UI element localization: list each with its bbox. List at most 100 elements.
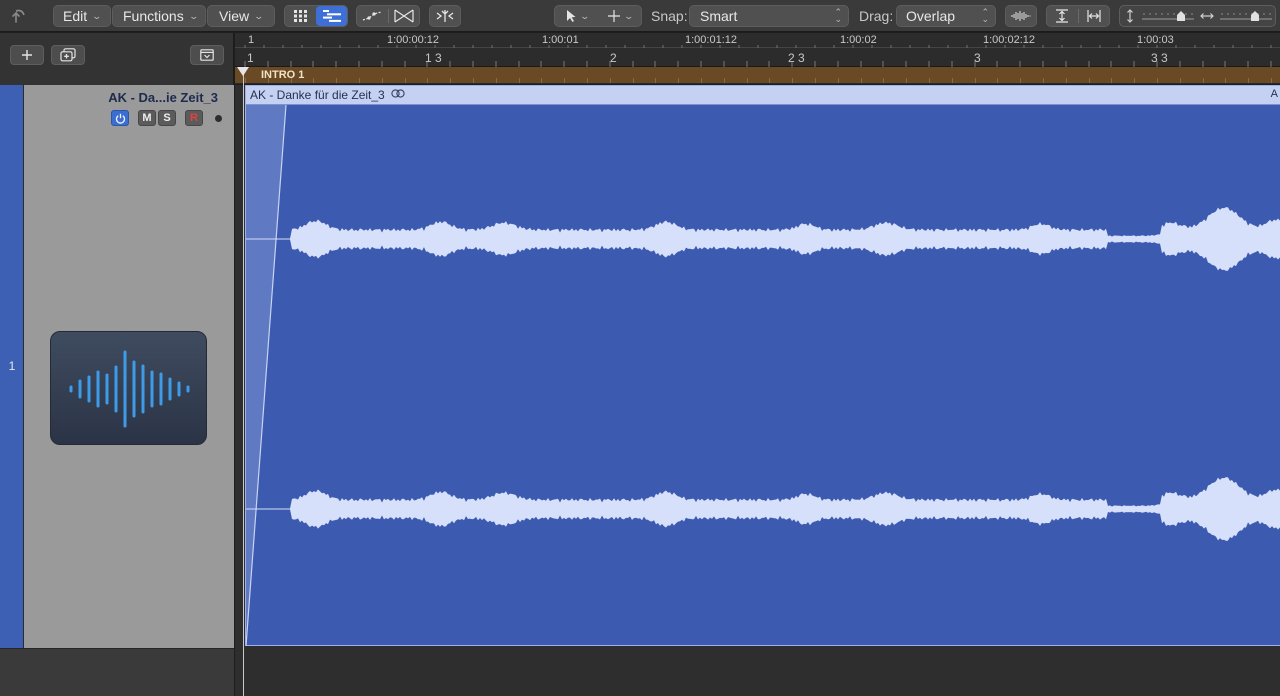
bar-label: 2 3 [788, 51, 805, 65]
vertical-fit-icon [1055, 9, 1069, 23]
bar-label: 2 [610, 51, 617, 65]
flex-button[interactable] [429, 5, 461, 27]
chevron-down-icon: ⌄ [91, 10, 103, 21]
bar-label: 3 [974, 51, 981, 65]
time-label: 1 [248, 34, 255, 46]
time-label: 1:00:03 [1137, 34, 1174, 46]
drag-label: Drag: [859, 8, 894, 24]
view-menu-label: View [219, 8, 250, 24]
bar-label: 1 3 [425, 51, 442, 65]
left-tool-menu[interactable]: ⌄ [555, 6, 598, 26]
track-area[interactable]: AK - Danke für die Zeit_3 A [235, 85, 1280, 696]
time-label: 1:00:02 [840, 34, 877, 46]
record-enable-button[interactable]: R [185, 110, 203, 126]
chevron-down-icon: ⌄ [579, 10, 590, 21]
view-mode-toggle [284, 5, 348, 27]
chevron-down-icon: ⌄ [188, 10, 199, 21]
playhead[interactable] [243, 67, 244, 696]
waveform-zoom-button[interactable] [1005, 5, 1037, 27]
playhead-handle[interactable] [237, 67, 249, 76]
tool-menus: ⌄ ⌄ [554, 5, 642, 27]
mute-button[interactable]: M [138, 110, 156, 126]
waveform-zoom-icon [1010, 10, 1032, 22]
track-header[interactable]: 1 AK - Da...ie Zeit_3 M S R [0, 85, 234, 648]
automation-button[interactable] [357, 6, 388, 26]
chevron-down-icon: ⌄ [623, 10, 634, 21]
plus-icon [21, 49, 33, 61]
track-list-footer [0, 648, 234, 696]
global-tracks-button[interactable] [190, 45, 224, 65]
track-name[interactable]: AK - Da...ie Zeit_3 [108, 90, 218, 105]
horizontal-zoom-icon [1200, 12, 1214, 20]
marker-track[interactable]: INTRO 1 [235, 67, 1280, 84]
view-menu[interactable]: View ⌄ [207, 5, 275, 27]
pointer-tool-icon [565, 9, 577, 23]
vertical-zoom-slider[interactable] [1142, 9, 1194, 23]
time-label: 1:00:01:12 [685, 34, 737, 46]
marquee-tool-icon [607, 9, 621, 23]
edit-menu[interactable]: Edit ⌄ [53, 5, 111, 27]
solo-button[interactable]: S [158, 110, 176, 126]
power-icon [115, 113, 126, 124]
time-label: 1:00:02:12 [983, 34, 1035, 46]
horizontal-fit-icon [1087, 9, 1101, 23]
bar-ruler-ticks [244, 61, 1272, 67]
automation-tools [356, 5, 420, 27]
snap-select[interactable]: Smart ⌃ ⌄ [689, 5, 849, 27]
toolbar: Edit ⌄ Functions ⌄ View ⌄ ⌄ ⌄ Snap: Smar… [0, 0, 1280, 32]
functions-menu-label: Functions [123, 8, 184, 24]
waveform-left-channel [246, 207, 1280, 271]
crossfade-button[interactable] [389, 6, 420, 26]
region-edge-label: A [1270, 88, 1278, 100]
vertical-fit-button[interactable] [1047, 6, 1078, 26]
functions-menu[interactable]: Functions ⌄ [112, 5, 206, 27]
track-on-button[interactable] [111, 110, 129, 126]
duplicate-track-icon [60, 48, 76, 62]
region-name: AK - Danke für die Zeit_3 [250, 88, 385, 102]
right-tool-menu[interactable]: ⌄ [598, 6, 641, 26]
drag-select[interactable]: Overlap ⌃ ⌄ [896, 5, 996, 27]
waveform-right-channel [246, 477, 1280, 541]
grid-view-button[interactable] [285, 6, 316, 26]
bar-label: 3 3 [1151, 51, 1168, 65]
time-label: 1:00:00:12 [387, 34, 439, 46]
vertical-zoom-icon [1126, 9, 1134, 23]
flex-time-icon [435, 9, 455, 23]
marker-label[interactable]: INTRO 1 [261, 69, 304, 81]
grid-icon [293, 10, 308, 22]
duplicate-track-button[interactable] [51, 45, 85, 65]
crossfade-icon [394, 9, 414, 23]
edit-menu-label: Edit [63, 8, 88, 24]
drag-value: Overlap [906, 8, 956, 24]
snap-label: Snap: [651, 8, 688, 24]
track-number-column: 1 [0, 85, 24, 648]
snap-value: Smart [700, 8, 738, 24]
list-view-button[interactable] [316, 6, 347, 26]
catch-icon [10, 7, 28, 25]
up-down-stepper-icon: ⌃ ⌄ [981, 7, 989, 24]
chevron-down-icon: ⌄ [253, 10, 265, 21]
horizontal-fit-button[interactable] [1079, 6, 1110, 26]
audio-region[interactable]: AK - Danke für die Zeit_3 A [245, 85, 1280, 646]
audio-waveform-icon [51, 332, 206, 446]
region-header[interactable]: AK - Danke für die Zeit_3 A [246, 86, 1280, 105]
add-track-button[interactable] [10, 45, 44, 65]
input-monitor-indicator[interactable] [215, 115, 222, 122]
zoom-fit-buttons [1046, 5, 1110, 27]
horizontal-zoom-slider[interactable] [1220, 9, 1272, 23]
track-icon[interactable] [50, 331, 207, 445]
bar-label: 1 [247, 51, 254, 65]
up-down-stepper-icon: ⌃ ⌄ [834, 7, 842, 24]
catch-button[interactable] [10, 5, 42, 27]
list-icon [322, 10, 341, 22]
time-ruler: 1 1:00:00:12 1:00:01 1:00:01:12 1:00:02 … [235, 33, 1280, 48]
time-label: 1:00:01 [542, 34, 579, 46]
waveform-display [246, 105, 1280, 646]
track-number: 1 [8, 359, 16, 373]
track-list-header [0, 33, 234, 85]
bar-ruler: 1 1 3 2 2 3 3 3 3 [235, 49, 1280, 67]
automation-curve-icon [362, 10, 382, 22]
timeline-ruler[interactable]: 1 1:00:00:12 1:00:01 1:00:01:12 1:00:02 … [235, 33, 1280, 67]
stereo-icon [391, 89, 405, 101]
collapse-tracks-icon [200, 49, 214, 61]
